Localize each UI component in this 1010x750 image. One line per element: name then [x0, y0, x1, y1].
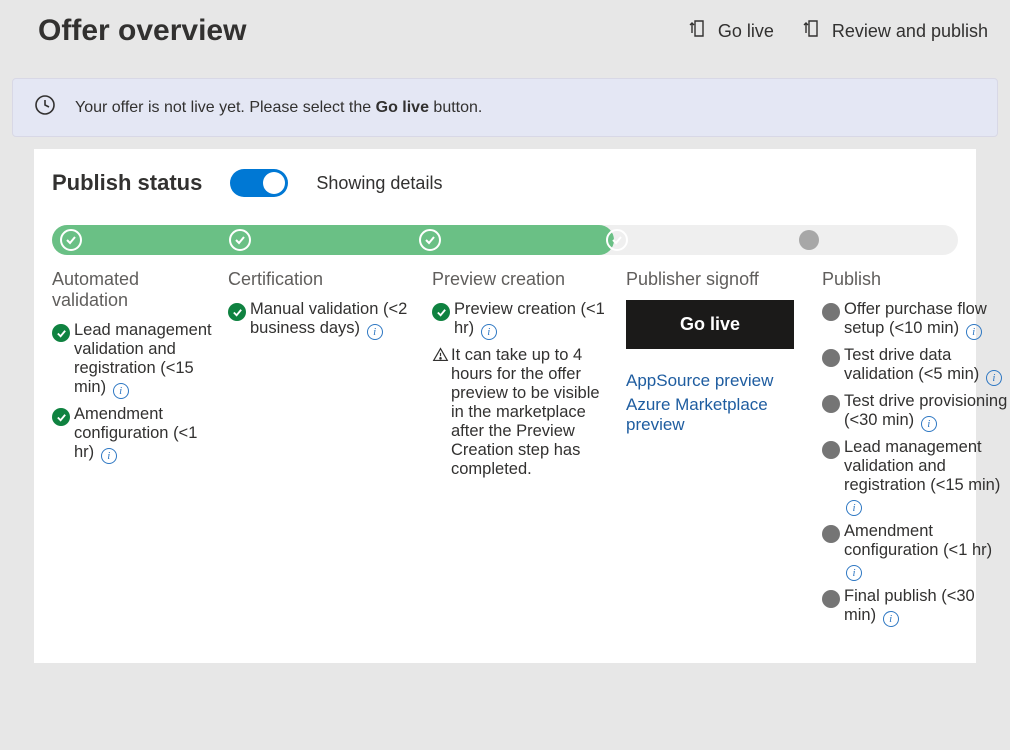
stage-name: Certification — [228, 269, 416, 290]
info-icon[interactable]: i — [846, 500, 862, 516]
check-icon — [228, 303, 246, 321]
check-icon — [419, 229, 441, 251]
go-live-header-action[interactable]: Go live — [688, 19, 774, 44]
publish-icon — [688, 19, 708, 44]
stage-automated-validation: Automated validation Lead management val… — [52, 269, 212, 470]
warning-icon — [432, 346, 449, 479]
notice-text: Your offer is not live yet. Please selec… — [75, 99, 482, 117]
step-label: Lead management validation and registrat… — [844, 438, 1000, 494]
preview-warning: It can take up to 4 hours for the offer … — [432, 346, 610, 479]
step-label: Preview creation (<1 hr) — [454, 300, 605, 337]
stage-step: Test drive data validation (<5 min) i — [822, 346, 1008, 386]
stage-preview-creation: Preview creation Preview creation (<1 hr… — [432, 269, 610, 479]
info-icon[interactable]: i — [986, 370, 1002, 386]
review-publish-action[interactable]: Review and publish — [802, 19, 988, 44]
azure-marketplace-preview-link[interactable]: Azure Marketplace preview — [626, 395, 806, 435]
go-live-header-label: Go live — [718, 21, 774, 42]
step-label: Amendment configuration (<1 hr) — [74, 405, 197, 461]
notice-bar: Your offer is not live yet. Please selec… — [12, 78, 998, 137]
step-label: Manual validation (<2 business days) — [250, 300, 407, 337]
stage-step: Offer purchase flow setup (<10 min) i — [822, 300, 1008, 340]
page-header: Offer overview Go live Review and publis — [0, 0, 1010, 78]
step-label: Final publish (<30 min) — [844, 587, 975, 624]
publish-icon — [802, 19, 822, 44]
stage-step: Lead management validation and registrat… — [822, 438, 1008, 516]
check-icon — [606, 229, 628, 251]
header-actions: Go live Review and publish — [688, 19, 988, 44]
info-icon[interactable]: i — [101, 448, 117, 464]
stage-name: Publish — [822, 269, 1008, 290]
check-icon — [52, 324, 70, 342]
publish-status-card: Publish status Showing details Automated… — [34, 149, 976, 663]
stage-marker-3 — [419, 229, 441, 251]
status-header: Publish status Showing details — [52, 169, 958, 197]
info-icon[interactable]: i — [883, 611, 899, 627]
stages: Automated validation Lead management val… — [52, 269, 958, 633]
check-icon — [432, 303, 450, 321]
step-label: Lead management validation and registrat… — [74, 321, 212, 396]
stage-step: Amendment configuration (<1 hr) i — [52, 405, 212, 464]
toggle-label: Showing details — [316, 173, 442, 194]
stage-marker-1 — [60, 229, 82, 251]
stage-step: Amendment configuration (<1 hr) i — [822, 522, 1008, 581]
status-title: Publish status — [52, 170, 202, 196]
info-icon[interactable]: i — [367, 324, 383, 340]
notice-after: button. — [429, 99, 482, 116]
stage-step: Lead management validation and registrat… — [52, 321, 212, 399]
info-icon[interactable]: i — [921, 416, 937, 432]
info-icon[interactable]: i — [966, 324, 982, 340]
info-icon[interactable]: i — [113, 383, 129, 399]
check-icon — [229, 229, 251, 251]
pending-dot-icon — [822, 441, 840, 459]
stage-certification: Certification Manual validation (<2 busi… — [228, 269, 416, 346]
toggle-thumb — [263, 172, 285, 194]
stage-name: Publisher signoff — [626, 269, 806, 290]
stage-step: Manual validation (<2 business days) i — [228, 300, 416, 340]
appsource-preview-link[interactable]: AppSource preview — [626, 371, 806, 391]
info-icon[interactable]: i — [481, 324, 497, 340]
step-label: Test drive data validation (<5 min) — [844, 346, 979, 383]
stage-step: Final publish (<30 min) i — [822, 587, 1008, 627]
stage-marker-2 — [229, 229, 251, 251]
check-icon — [52, 408, 70, 426]
stage-step: Test drive provisioning (<30 min) i — [822, 392, 1008, 432]
details-toggle[interactable] — [230, 169, 288, 197]
stage-publish: Publish Offer purchase flow setup (<10 m… — [822, 269, 1008, 633]
warning-text: It can take up to 4 hours for the offer … — [451, 346, 610, 479]
progress-fill — [52, 225, 614, 255]
step-label: Amendment configuration (<1 hr) — [844, 522, 992, 559]
stage-publisher-signoff: Publisher signoff Go live AppSource prev… — [626, 269, 806, 439]
clock-icon — [33, 93, 57, 122]
review-publish-label: Review and publish — [832, 21, 988, 42]
stage-step: Preview creation (<1 hr) i — [432, 300, 610, 340]
stage-marker-4 — [606, 229, 628, 251]
progress-track — [52, 225, 958, 255]
pending-dot-icon — [822, 525, 840, 543]
pending-dot-icon — [822, 349, 840, 367]
stage-name: Preview creation — [432, 269, 610, 290]
check-icon — [60, 229, 82, 251]
notice-bold: Go live — [376, 99, 429, 116]
pending-dot-icon — [799, 230, 819, 250]
pending-dot-icon — [822, 590, 840, 608]
stage-marker-5 — [799, 230, 819, 250]
pending-dot-icon — [822, 395, 840, 413]
page-title: Offer overview — [38, 14, 246, 48]
info-icon[interactable]: i — [846, 565, 862, 581]
pending-dot-icon — [822, 303, 840, 321]
go-live-button[interactable]: Go live — [626, 300, 794, 349]
stage-name: Automated validation — [52, 269, 212, 311]
notice-before: Your offer is not live yet. Please selec… — [75, 99, 376, 116]
